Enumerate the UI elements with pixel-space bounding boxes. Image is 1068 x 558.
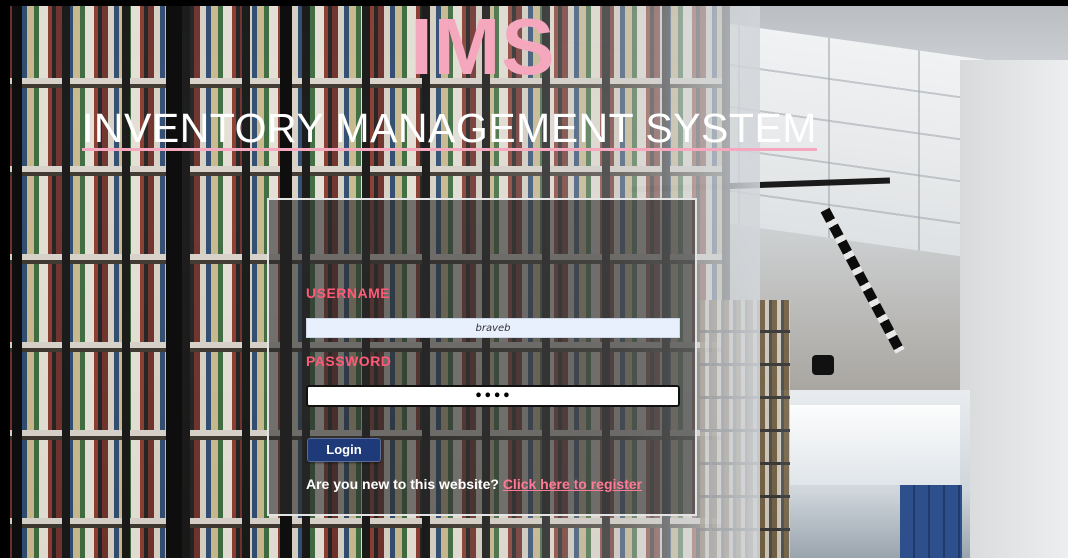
- brand-title: IMS: [410, 2, 556, 91]
- register-link[interactable]: Click here to register: [503, 476, 642, 492]
- login-card: USERNAME PASSWORD Login Are you new to t…: [267, 198, 697, 516]
- spotlight: [812, 355, 834, 375]
- login-button[interactable]: Login: [307, 438, 381, 462]
- username-label: USERNAME: [306, 285, 391, 301]
- password-label: PASSWORD: [306, 353, 392, 369]
- page-subtitle: INVENTORY MANAGEMENT SYSTEM: [82, 105, 817, 151]
- lockers: [900, 485, 962, 558]
- register-prompt-line: Are you new to this website? Click here …: [306, 476, 642, 492]
- right-wall: [960, 60, 1068, 558]
- username-input[interactable]: [306, 318, 680, 338]
- register-prompt: Are you new to this website?: [306, 476, 499, 492]
- login-page: IMS INVENTORY MANAGEMENT SYSTEM USERNAME…: [0, 0, 1068, 558]
- window-glow: [790, 405, 960, 485]
- password-input[interactable]: [306, 385, 680, 407]
